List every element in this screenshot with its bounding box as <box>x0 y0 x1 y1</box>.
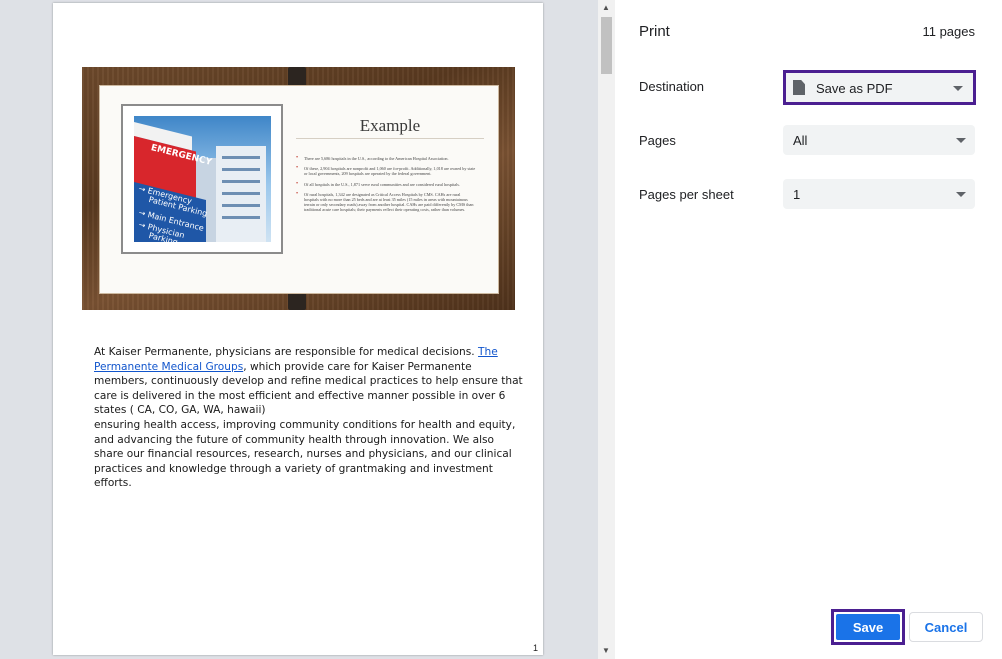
slide-title-rule <box>296 138 484 139</box>
scrollbar-thumb[interactable] <box>601 17 612 74</box>
slide-bullet: Of rural hospitals, 1,342 are designated… <box>296 192 476 213</box>
save-button-focus-ring: Save <box>831 609 905 645</box>
building-window <box>222 156 260 159</box>
chevron-down-icon <box>956 192 966 197</box>
slide-title: Example <box>359 116 421 135</box>
hospital-photo: EMERGENCY → Emergency Patient Parking → … <box>134 116 271 242</box>
print-settings-panel: Print 11 pages Destination Save as PDF P… <box>615 0 1002 659</box>
preview-page: EMERGENCY → Emergency Patient Parking → … <box>53 3 543 655</box>
chevron-down-icon <box>953 86 963 91</box>
slide-image: EMERGENCY → Emergency Patient Parking → … <box>82 67 515 310</box>
slide-bullet: There are 5,686 hospitals in the U.S., a… <box>296 156 476 161</box>
scroll-up-arrow-icon[interactable]: ▲ <box>602 4 610 12</box>
slide-bullet: Of all hospitals in the U.S., 1,871 serv… <box>296 182 476 187</box>
paragraph-text: At Kaiser Permanente, physicians are res… <box>94 346 475 358</box>
slide-bullet-list: There are 5,686 hospitals in the U.S., a… <box>296 156 476 218</box>
pages-per-sheet-select[interactable]: 1 <box>783 179 975 209</box>
building-window <box>222 204 260 207</box>
pages-select[interactable]: All <box>783 125 975 155</box>
sheet-count: 11 pages <box>922 24 975 39</box>
pdf-file-icon <box>793 80 805 95</box>
destination-select[interactable]: Save as PDF <box>783 70 976 105</box>
scroll-down-arrow-icon[interactable]: ▼ <box>602 647 610 655</box>
destination-value: Save as PDF <box>816 81 893 96</box>
cancel-button[interactable]: Cancel <box>909 612 983 642</box>
save-button[interactable]: Save <box>836 614 900 640</box>
building-window <box>222 180 260 183</box>
pages-label: Pages <box>639 133 676 148</box>
pages-per-sheet-label: Pages per sheet <box>639 187 734 202</box>
print-preview-area: EMERGENCY → Emergency Patient Parking → … <box>0 0 598 659</box>
building-window <box>222 192 260 195</box>
building-window <box>222 168 260 171</box>
preview-scrollbar[interactable]: ▲ ▼ <box>598 0 615 659</box>
slide-card: EMERGENCY → Emergency Patient Parking → … <box>99 85 499 294</box>
chevron-down-icon <box>956 138 966 143</box>
pages-per-sheet-value: 1 <box>793 187 801 202</box>
building-window <box>222 216 260 219</box>
print-title: Print <box>639 23 670 40</box>
document-paragraph: At Kaiser Permanente, physicians are res… <box>94 345 524 491</box>
slide-bullet: Of these, 2,904 hospitals are nonprofit … <box>296 166 476 176</box>
pages-value: All <box>793 133 808 148</box>
destination-label: Destination <box>639 79 705 94</box>
page-number: 1 <box>532 643 538 653</box>
slide-photo-frame: EMERGENCY → Emergency Patient Parking → … <box>121 104 283 254</box>
paragraph-text: ensuring health access, improving commun… <box>94 418 516 490</box>
